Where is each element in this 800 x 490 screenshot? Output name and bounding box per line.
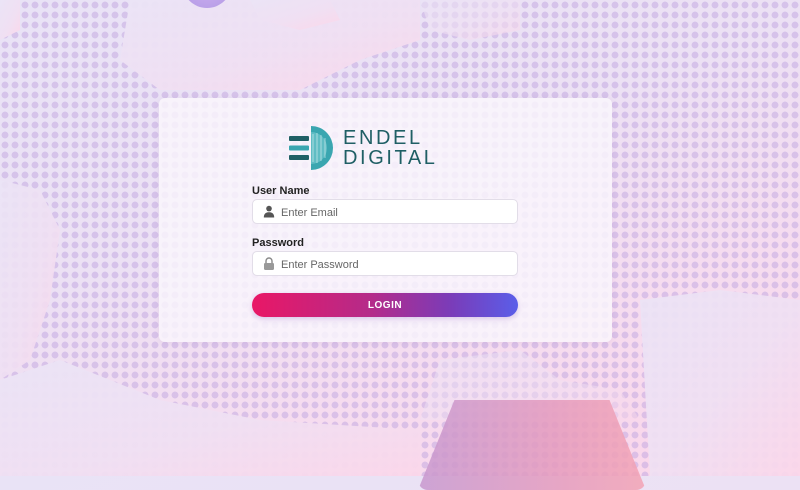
lock-icon bbox=[264, 257, 274, 270]
brand-line-1: ENDEL bbox=[343, 127, 423, 149]
username-label: User Name bbox=[252, 185, 310, 197]
password-field[interactable] bbox=[252, 251, 518, 277]
brand-line-2: DIGITAL bbox=[343, 147, 438, 169]
login-card: ENDEL DIGITAL User Name Password LOGIN bbox=[159, 98, 612, 342]
decorative-orb bbox=[182, 0, 232, 8]
password-input[interactable] bbox=[279, 252, 513, 277]
logo-mark-icon bbox=[289, 126, 333, 170]
decorative-shape bbox=[418, 400, 646, 490]
brand-logo: ENDEL DIGITAL bbox=[287, 124, 447, 172]
brand-wordmark: ENDEL DIGITAL bbox=[343, 128, 438, 168]
user-icon bbox=[263, 205, 275, 218]
username-field[interactable] bbox=[252, 199, 518, 225]
login-button[interactable]: LOGIN bbox=[252, 293, 518, 317]
username-input[interactable] bbox=[279, 200, 513, 225]
password-label: Password bbox=[252, 237, 304, 249]
